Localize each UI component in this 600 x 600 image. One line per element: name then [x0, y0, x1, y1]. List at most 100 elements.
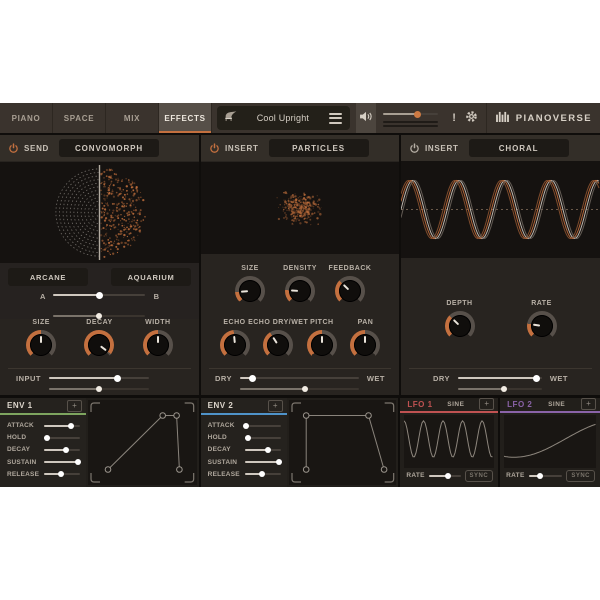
screenshot-canvas: PIANO SPACE MIX EFFECTS Cool Upright: [0, 0, 600, 600]
hold-slider[interactable]: [44, 435, 80, 441]
tab-piano[interactable]: PIANO: [0, 103, 53, 133]
drywet-mod-slider[interactable]: [458, 386, 542, 392]
decay-knob[interactable]: [84, 330, 114, 360]
power-icon[interactable]: [409, 143, 420, 154]
pan-knob[interactable]: [350, 330, 380, 360]
particles-selector[interactable]: PARTICLES: [269, 139, 369, 157]
release-row: RELEASE: [208, 471, 281, 478]
env1-controls: ENV 1 + ATTACK HOLD: [0, 398, 86, 487]
tab-mix[interactable]: MIX: [106, 103, 159, 133]
lfo1-wave-display: [404, 415, 494, 468]
lfo2-shape-selector[interactable]: SINE: [536, 401, 577, 408]
env1-section: ENV 1 + ATTACK HOLD: [0, 398, 199, 487]
lfo1-title: LFO 1: [407, 400, 432, 409]
size-knob[interactable]: [235, 276, 265, 306]
env1-add-button[interactable]: +: [67, 400, 82, 412]
env1-curve-editor[interactable]: [88, 400, 197, 485]
convomorph-knobs: SIZE DECAY WIDTH: [0, 319, 199, 360]
lfo2-section: LFO 2 SINE + RATE SYNC: [500, 398, 600, 487]
morph-slider[interactable]: [53, 291, 145, 299]
density-knob[interactable]: [285, 276, 315, 306]
mute-button[interactable]: [356, 103, 376, 133]
attack-slider[interactable]: [44, 423, 80, 429]
particles-knobs-row2: ECHO ECHO DRY/WET PITCH: [201, 319, 399, 360]
convomorph-header: SEND CONVOMORPH: [0, 135, 199, 161]
pitch-knob[interactable]: [307, 330, 337, 360]
decay-slider[interactable]: [44, 447, 80, 453]
sustain-slider[interactable]: [44, 459, 80, 465]
width-knob-group: WIDTH: [129, 319, 187, 360]
lfo2-sync-button[interactable]: SYNC: [566, 470, 595, 482]
rate-knob[interactable]: [527, 311, 557, 341]
morph-b-label: B: [154, 292, 159, 301]
lfo2-rate-row: RATE SYNC: [500, 469, 600, 488]
send-label: SEND: [24, 144, 49, 153]
ir-b-selector[interactable]: AQUARIUM: [111, 268, 191, 286]
density-knob-group: DENSITY: [275, 265, 325, 306]
echo-knob[interactable]: [220, 330, 250, 360]
preset-menu-icon[interactable]: [327, 109, 344, 128]
ir-a-selector[interactable]: ARCANE: [8, 268, 88, 286]
lfo1-shape-selector[interactable]: SINE: [437, 401, 476, 408]
drywet-row: DRY WET: [433, 374, 568, 392]
master-volume: [383, 103, 438, 133]
env2-title: ENV 2: [208, 401, 264, 410]
effects-row: SEND CONVOMORPH ARCANE AQUARIUM A B: [0, 135, 600, 395]
modulators-row: ENV 1 + ATTACK HOLD: [0, 398, 600, 487]
settings-button[interactable]: [463, 103, 481, 133]
insert-label: INSERT: [225, 144, 259, 153]
preset-selector[interactable]: Cool Upright: [217, 106, 350, 130]
divider: [209, 368, 391, 369]
choral-selector[interactable]: CHORAL: [469, 139, 569, 157]
width-knob[interactable]: [143, 330, 173, 360]
size-knob-group: SIZE: [225, 265, 275, 306]
depth-knob[interactable]: [445, 311, 475, 341]
convomorph-selector[interactable]: CONVOMORPH: [59, 139, 159, 157]
input-mod-slider[interactable]: [49, 386, 149, 392]
alert-button[interactable]: !: [445, 103, 463, 133]
power-icon[interactable]: [209, 143, 220, 154]
input-slider[interactable]: [49, 374, 149, 382]
ir-morph-visualization: [0, 162, 199, 263]
choral-wave-visualization: [401, 161, 600, 258]
decay-slider[interactable]: [245, 447, 281, 453]
drywet-slider[interactable]: [458, 374, 542, 382]
lfo1-add-button[interactable]: +: [479, 398, 494, 410]
hold-slider[interactable]: [245, 435, 281, 441]
brand-logo: PIANOVERSE: [486, 103, 600, 133]
attack-row: ATTACK: [7, 422, 80, 429]
sustain-row: SUSTAIN: [7, 459, 80, 466]
panel-particles: INSERT PARTICLES SIZE DENSITY: [201, 135, 399, 395]
morph-a-label: A: [40, 292, 45, 301]
sustain-slider[interactable]: [245, 459, 281, 465]
lfo2-add-button[interactable]: +: [581, 398, 596, 410]
pan-knob-group: PAN: [344, 319, 387, 360]
drywet-mod-slider[interactable]: [240, 386, 359, 392]
feedback-knob[interactable]: [335, 276, 365, 306]
panel-choral: INSERT CHORAL DEPTH RATE: [401, 135, 600, 395]
env2-add-button[interactable]: +: [268, 400, 283, 412]
tab-space[interactable]: SPACE: [53, 103, 106, 133]
release-slider[interactable]: [44, 471, 80, 477]
power-icon[interactable]: [8, 143, 19, 154]
env2-curve-editor[interactable]: [289, 400, 397, 485]
preset-name: Cool Upright: [239, 113, 327, 123]
lfo2-accent-bar: [500, 411, 600, 413]
lfo1-section: LFO 1 SINE + RATE SYNC: [400, 398, 498, 487]
release-slider[interactable]: [245, 471, 281, 477]
lfo1-rate-slider[interactable]: [429, 473, 461, 479]
particles-header: INSERT PARTICLES: [201, 135, 399, 161]
attack-slider[interactable]: [245, 423, 281, 429]
main-tabs: PIANO SPACE MIX EFFECTS: [0, 103, 212, 133]
drywet-slider[interactable]: [240, 374, 359, 382]
size-knob[interactable]: [26, 330, 56, 360]
volume-slider[interactable]: [383, 109, 438, 119]
tab-effects[interactable]: EFFECTS: [159, 103, 212, 133]
lfo1-accent-bar: [400, 411, 498, 413]
echo-drywet-knob[interactable]: [263, 330, 293, 360]
morph-section: ARCANE AQUARIUM A B: [0, 263, 199, 319]
lfo1-sync-button[interactable]: SYNC: [465, 470, 494, 482]
dry-label: DRY: [215, 374, 232, 383]
speaker-icon: [359, 109, 373, 127]
lfo2-rate-slider[interactable]: [529, 473, 563, 479]
